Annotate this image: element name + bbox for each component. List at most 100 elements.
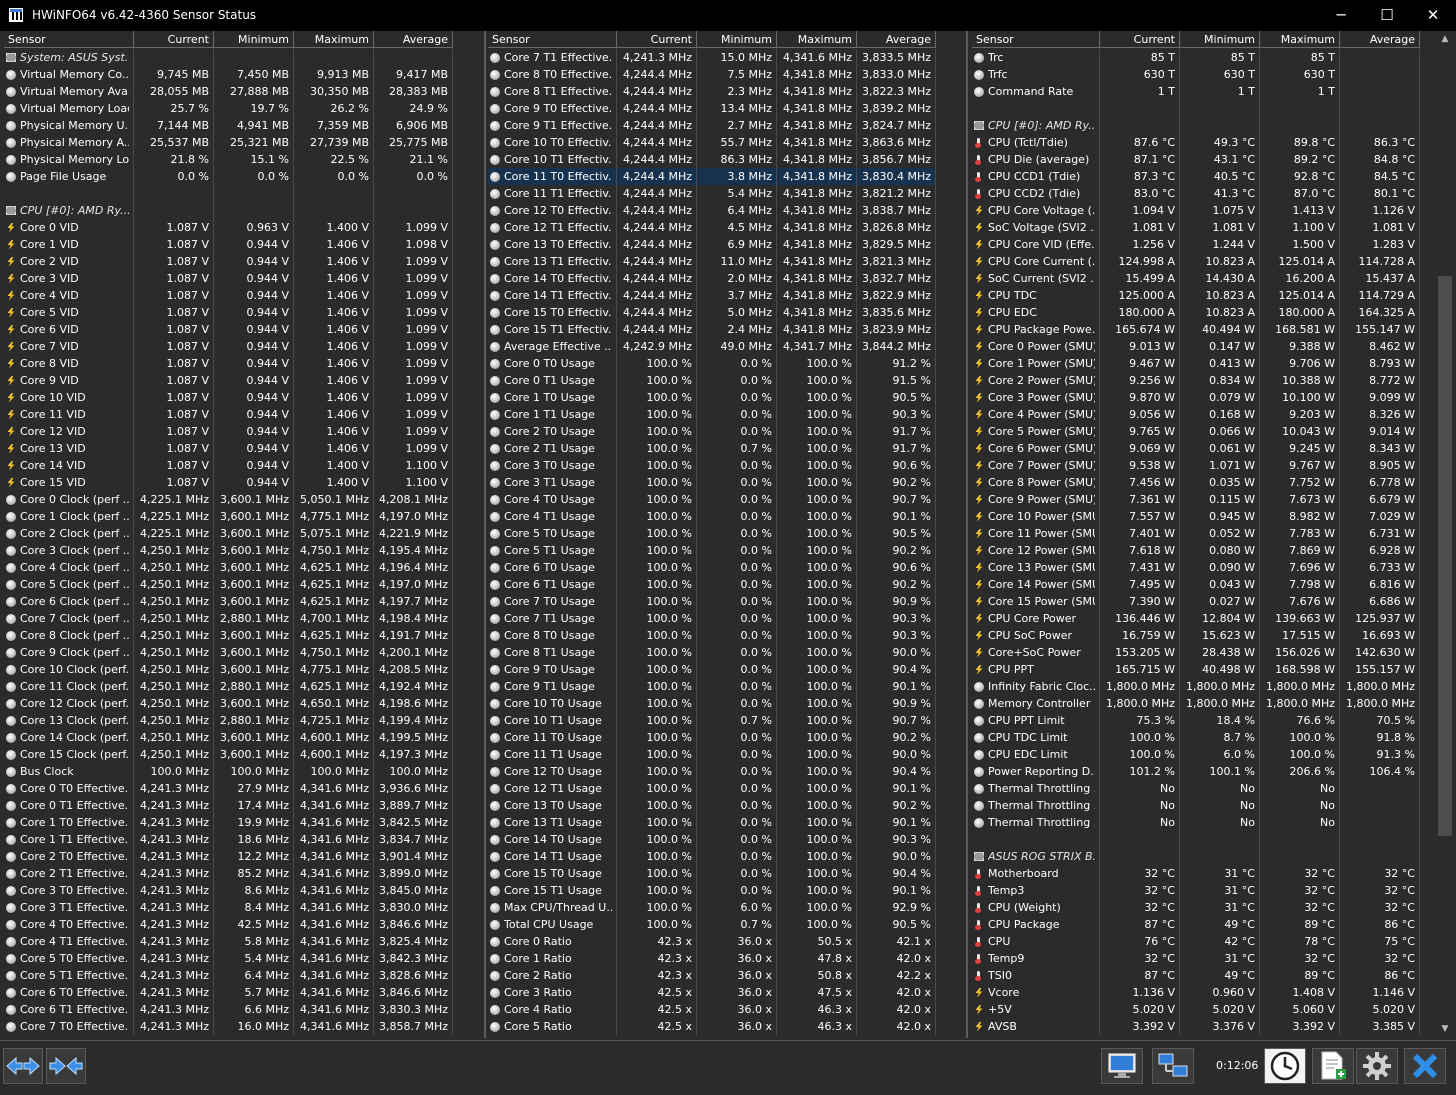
sensor-row[interactable]: Core 15 T0 Effectiv... 4,244.4 MHz 5.0 MHz… bbox=[488, 304, 936, 321]
sensor-row[interactable]: Core 4 VID 1.087 V 0.944 V 1.406 V 1.099 V bbox=[4, 287, 453, 304]
sensor-row[interactable]: Core 12 T1 Usage 100.0 % 0.0 % 100.0 % 90.1 … bbox=[488, 780, 936, 797]
sensor-row[interactable]: SoC Current (SVI2 ... 15.499 A 14.430 A 16.… bbox=[972, 270, 1420, 287]
sensor-row[interactable]: Core 3 Clock (perf ... 4,250.1 MHz 3,600.1… bbox=[4, 542, 453, 559]
sensor-row[interactable]: Memory Controller ... 1,800.0 MHz 1,800.0 … bbox=[972, 695, 1420, 712]
sensor-group-row[interactable]: CPU [#0]: AMD Ry... bbox=[972, 117, 1420, 134]
sensor-row[interactable]: Core 12 T1 Effectiv... 4,244.4 MHz 4.5 MHz… bbox=[488, 219, 936, 236]
sensor-row[interactable]: Core 12 T0 Effectiv... 4,244.4 MHz 6.4 MHz… bbox=[488, 202, 936, 219]
header-maximum[interactable]: Maximum bbox=[1260, 31, 1340, 48]
sensor-row[interactable]: Core 10 T1 Effectiv... 4,244.4 MHz 86.3 MH… bbox=[488, 151, 936, 168]
sensor-row[interactable]: Core 8 T1 Usage 100.0 % 0.0 % 100.0 % 90.0 % bbox=[488, 644, 936, 661]
sensor-row[interactable]: Core 13 T1 Effectiv... 4,244.4 MHz 11.0 MH… bbox=[488, 253, 936, 270]
close-window-button[interactable]: ✕ bbox=[1410, 0, 1456, 31]
header-current[interactable]: Current bbox=[1100, 31, 1180, 48]
sensor-row[interactable]: Core 3 Power (SMU) 9.870 W 0.079 W 10.100 W… bbox=[972, 389, 1420, 406]
sensor-row[interactable]: CPU Package Powe... 165.674 W 40.494 W 168.… bbox=[972, 321, 1420, 338]
sensor-row[interactable]: Core 4 T0 Usage 100.0 % 0.0 % 100.0 % 90.7 % bbox=[488, 491, 936, 508]
sensor-row[interactable]: Core 5 T1 Usage 100.0 % 0.0 % 100.0 % 90.2 % bbox=[488, 542, 936, 559]
sensor-row[interactable]: Core 7 T1 Usage 100.0 % 0.0 % 100.0 % 90.3 % bbox=[488, 610, 936, 627]
sensor-row[interactable]: Core 6 T1 Effective... 4,241.3 MHz 6.6 MHz… bbox=[4, 1001, 453, 1018]
sensor-row[interactable]: Virtual Memory Co... 9,745 MB 7,450 MB 9,91… bbox=[4, 66, 453, 83]
sensor-row[interactable]: Core 4 Clock (perf ... 4,250.1 MHz 3,600.1… bbox=[4, 559, 453, 576]
sensor-row[interactable]: +5V 5.020 V 5.020 V 5.060 V 5.020 V bbox=[972, 1001, 1420, 1018]
header-minimum[interactable]: Minimum bbox=[214, 31, 294, 48]
sensor-row[interactable]: CPU CCD2 (Tdie) 83.0 °C 41.3 °C 87.0 °C 80.1… bbox=[972, 185, 1420, 202]
sensor-row[interactable]: Core 0 T1 Usage 100.0 % 0.0 % 100.0 % 91.5 % bbox=[488, 372, 936, 389]
sensor-row[interactable]: Core 7 VID 1.087 V 0.944 V 1.406 V 1.099 V bbox=[4, 338, 453, 355]
sensor-row[interactable]: Core 5 Clock (perf ... 4,250.1 MHz 3,600.1… bbox=[4, 576, 453, 593]
sensor-row[interactable]: Core 10 VID 1.087 V 0.944 V 1.406 V 1.099 V bbox=[4, 389, 453, 406]
sensor-row[interactable]: Core 14 T0 Usage 100.0 % 0.0 % 100.0 % 90.3 … bbox=[488, 831, 936, 848]
header-current[interactable]: Current bbox=[134, 31, 214, 48]
sensor-row[interactable]: Physical Memory Load 21.8 %15.1 %22.5 %21… bbox=[4, 151, 453, 168]
sensor-row[interactable]: Core 9 T0 Usage 100.0 % 0.0 % 100.0 % 90.4 % bbox=[488, 661, 936, 678]
sensor-row[interactable]: Core 8 Clock (perf ... 4,250.1 MHz 3,600.1… bbox=[4, 627, 453, 644]
sensor-row[interactable]: CPU Package 87 °C 49 °C 89 °C 86 °C bbox=[972, 916, 1420, 933]
header-minimum[interactable]: Minimum bbox=[697, 31, 777, 48]
sensor-row[interactable]: CPU (Tctl/Tdie) 87.6 °C 49.3 °C 89.8 °C 86.3… bbox=[972, 134, 1420, 151]
sensor-row[interactable]: Core 14 T1 Usage 100.0 % 0.0 % 100.0 % 90.0 … bbox=[488, 848, 936, 865]
sensor-row[interactable]: Core 0 T0 Usage 100.0 % 0.0 % 100.0 % 91.2 % bbox=[488, 355, 936, 372]
sensor-row[interactable]: Core 10 T0 Usage 100.0 % 0.0 % 100.0 % 90.9 … bbox=[488, 695, 936, 712]
sensor-row[interactable]: Core 5 Ratio 42.5 x 36.0 x 46.3 x 42.0 x bbox=[488, 1018, 936, 1035]
sensor-row[interactable]: Core 2 T0 Effective... 4,241.3 MHz 12.2 MH… bbox=[4, 848, 453, 865]
sensor-row[interactable]: Core 9 Power (SMU) 7.361 W 0.115 W 7.673 W6… bbox=[972, 491, 1420, 508]
sensor-row[interactable]: Core 15 T0 Usage 100.0 % 0.0 % 100.0 % 90.4 … bbox=[488, 865, 936, 882]
sensor-row[interactable]: Core 14 T0 Effectiv... 4,244.4 MHz 2.0 MHz… bbox=[488, 270, 936, 287]
sensor-row[interactable]: Core 12 T0 Usage 100.0 % 0.0 % 100.0 % 90.4 … bbox=[488, 763, 936, 780]
sensor-row[interactable]: Core 1 T0 Effective... 4,241.3 MHz 19.9 MH… bbox=[4, 814, 453, 831]
sensor-row[interactable]: Core 3 T0 Usage 100.0 % 0.0 % 100.0 % 90.6 % bbox=[488, 457, 936, 474]
settings-button[interactable] bbox=[1356, 1048, 1398, 1084]
sensor-row[interactable]: Core 1 VID 1.087 V 0.944 V 1.406 V 1.098 V bbox=[4, 236, 453, 253]
sensor-row[interactable]: Core 0 T0 Effective... 4,241.3 MHz 27.9 MH… bbox=[4, 780, 453, 797]
header-average[interactable]: Average bbox=[857, 31, 936, 48]
sensor-row[interactable]: Core 11 Power (SMU) 7.401 W 0.052 W 7.783 W… bbox=[972, 525, 1420, 542]
sensor-row[interactable]: Core 0 VID 1.087 V 0.963 V 1.400 V 1.099 V bbox=[4, 219, 453, 236]
sensor-row[interactable]: CPU Core Current (... 124.998 A 10.823 A 12… bbox=[972, 253, 1420, 270]
sensor-row[interactable]: Core 8 VID 1.087 V 0.944 V 1.406 V 1.099 V bbox=[4, 355, 453, 372]
sensor-row[interactable]: Core 14 VID 1.087 V 0.944 V 1.400 V 1.100 V bbox=[4, 457, 453, 474]
sensor-row[interactable]: Core 0 T1 Effective... 4,241.3 MHz 17.4 MH… bbox=[4, 797, 453, 814]
scroll-up-arrow-icon[interactable]: ▲ bbox=[1436, 31, 1454, 48]
sensor-row[interactable]: Core 0 Clock (perf ... 4,225.1 MHz 3,600.1… bbox=[4, 491, 453, 508]
header-current[interactable]: Current bbox=[617, 31, 697, 48]
sensor-row[interactable]: Virtual Memory Load 25.7 % 19.7 % 26.2 % 24.… bbox=[4, 100, 453, 117]
sensor-row[interactable]: Core 15 VID 1.087 V 0.944 V 1.400 V 1.100 V bbox=[4, 474, 453, 491]
scrollbar-thumb[interactable] bbox=[1438, 276, 1452, 836]
header-sensor[interactable]: Sensor bbox=[972, 31, 1100, 48]
sensor-row[interactable]: Core 12 VID 1.087 V 0.944 V 1.406 V 1.099 V bbox=[4, 423, 453, 440]
sensor-row[interactable]: Core 6 T1 Usage 100.0 % 0.0 % 100.0 % 90.2 % bbox=[488, 576, 936, 593]
sensor-row[interactable]: Core 4 T1 Effective... 4,241.3 MHz 5.8 MHz… bbox=[4, 933, 453, 950]
sensor-row[interactable]: SoC Voltage (SVI2 ... 1.081 V 1.081 V 1.100… bbox=[972, 219, 1420, 236]
sensor-row[interactable]: Core 4 T0 Effective... 4,241.3 MHz 42.5 MH… bbox=[4, 916, 453, 933]
sensor-row[interactable]: Core 6 Power (SMU) 9.069 W 0.061 W 9.245 W8… bbox=[972, 440, 1420, 457]
sensor-row[interactable]: Total CPU Usage 100.0 % 0.7 % 100.0 % 90.5 % bbox=[488, 916, 936, 933]
minimize-button[interactable]: ─ bbox=[1318, 0, 1364, 31]
sensor-row[interactable]: Thermal Throttling ... No No No bbox=[972, 814, 1420, 831]
sensor-row[interactable]: Core 1 T0 Usage 100.0 % 0.0 % 100.0 % 90.5 % bbox=[488, 389, 936, 406]
sensor-row[interactable]: AVSB 3.392 V 3.376 V 3.392 V 3.385 V bbox=[972, 1018, 1420, 1035]
sensor-row[interactable]: Core 6 T0 Effective... 4,241.3 MHz 5.7 MHz… bbox=[4, 984, 453, 1001]
sensor-row[interactable]: Bus Clock 100.0 MHz 100.0 MHz 100.0 MHz 100.… bbox=[4, 763, 453, 780]
sensor-row[interactable]: Core 11 T1 Effectiv... 4,244.4 MHz 5.4 MHz… bbox=[488, 185, 936, 202]
expand-columns-button[interactable] bbox=[3, 1048, 43, 1084]
sensor-row[interactable]: Core 3 T1 Effective... 4,241.3 MHz 8.4 MHz… bbox=[4, 899, 453, 916]
header-sensor[interactable]: Sensor bbox=[488, 31, 617, 48]
header-maximum[interactable]: Maximum bbox=[294, 31, 374, 48]
sensor-row[interactable]: Core 6 VID 1.087 V 0.944 V 1.406 V 1.099 V bbox=[4, 321, 453, 338]
sensor-row[interactable]: Core 15 Clock (perf... 4,250.1 MHz 3,600.1… bbox=[4, 746, 453, 763]
sensor-row[interactable]: CPU PPT 165.715 W 40.498 W 168.598 W 155.157… bbox=[972, 661, 1420, 678]
sensor-row[interactable]: Core 10 T1 Usage 100.0 % 0.7 % 100.0 % 90.7 … bbox=[488, 712, 936, 729]
sensor-row[interactable]: Physical Memory A... 25,537 MB 25,321 MB 27… bbox=[4, 134, 453, 151]
sensor-row[interactable]: Core 6 Clock (perf ... 4,250.1 MHz 3,600.1… bbox=[4, 593, 453, 610]
sensor-row[interactable]: Core 13 VID 1.087 V 0.944 V 1.406 V 1.099 V bbox=[4, 440, 453, 457]
sensor-row[interactable]: CPU Core Voltage (... 1.094 V 1.075 V 1.413… bbox=[972, 202, 1420, 219]
sensor-row[interactable]: Core 5 T0 Effective... 4,241.3 MHz 5.4 MHz… bbox=[4, 950, 453, 967]
sensor-row[interactable]: Core 1 Power (SMU) 9.467 W 0.413 W 9.706 W8… bbox=[972, 355, 1420, 372]
sensor-row[interactable]: Core 9 T0 Effective... 4,244.4 MHz 13.4 MH… bbox=[488, 100, 936, 117]
sensor-row[interactable]: Virtual Memory Ava... 28,055 MB 27,888 MB 3… bbox=[4, 83, 453, 100]
sensor-row[interactable]: Core 3 T0 Effective... 4,241.3 MHz 8.6 MHz… bbox=[4, 882, 453, 899]
sensor-row[interactable]: Core 7 T1 Effective... 4,241.3 MHz 15.0 MH… bbox=[488, 49, 936, 66]
sensor-row[interactable]: Core 1 Ratio 42.3 x 36.0 x 47.8 x 42.0 x bbox=[488, 950, 936, 967]
maximize-button[interactable]: ☐ bbox=[1364, 0, 1410, 31]
